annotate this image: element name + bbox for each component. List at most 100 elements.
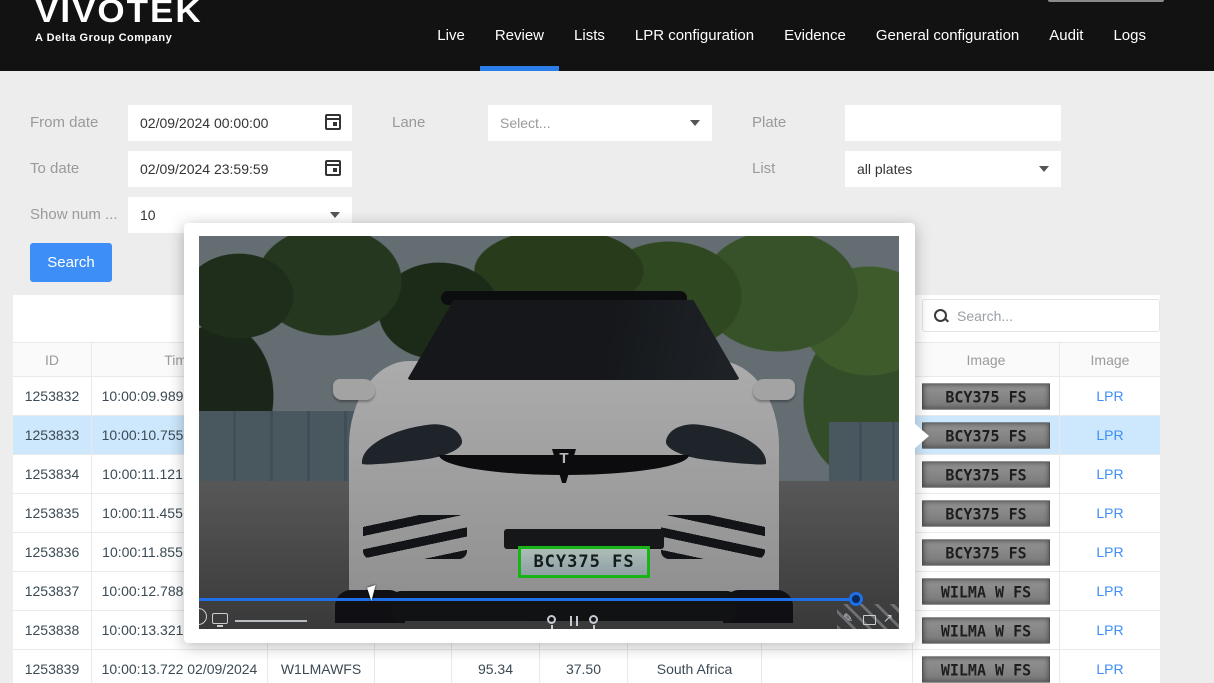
- cell-id: 1253832: [13, 377, 92, 415]
- detection-line[interactable]: [199, 598, 862, 601]
- cell-lpr: LPR: [1060, 533, 1160, 571]
- cell-image: BCY375 FS: [913, 455, 1060, 493]
- cell-id: 1253837: [13, 572, 92, 610]
- cell-extra: [762, 650, 913, 683]
- lpr-link[interactable]: LPR: [1096, 466, 1123, 482]
- cell-id: 1253838: [13, 611, 92, 649]
- from-date-label: From date: [30, 114, 98, 131]
- cell-image: BCY375 FS: [913, 377, 1060, 415]
- cell-id: 1253833: [13, 416, 92, 454]
- cell-id: 1253839: [13, 650, 92, 683]
- cell-image: WILMA W FS: [913, 572, 1060, 610]
- cell-lpr: LPR: [1060, 377, 1160, 415]
- cell-confidence: 37.50: [540, 650, 628, 683]
- lane-select[interactable]: Select...: [488, 105, 712, 141]
- calendar-icon[interactable]: [325, 114, 341, 130]
- plate-label: Plate: [752, 114, 786, 131]
- vehicle-image-popup: T BCY375 FS ✎ ↗: [184, 223, 915, 643]
- plate-thumbnail[interactable]: WILMA W FS: [922, 578, 1050, 604]
- cell-country: South Africa: [628, 650, 762, 683]
- calendar-icon[interactable]: [325, 160, 341, 176]
- plate-thumbnail[interactable]: BCY375 FS: [922, 383, 1050, 409]
- from-date-input[interactable]: [128, 105, 352, 141]
- search-icon: [933, 308, 949, 324]
- vivotek-wordmark: VIVOTEK: [35, 0, 203, 30]
- cell-id: 1253835: [13, 494, 92, 532]
- search-button[interactable]: Search: [30, 243, 112, 282]
- main-nav: Live Review Lists LPR configuration Evid…: [422, 0, 1161, 71]
- cell-lpr: LPR: [1060, 650, 1160, 683]
- resize-icon[interactable]: ↗: [883, 611, 893, 625]
- nav-item-review[interactable]: Review: [480, 0, 559, 71]
- timeline-scrubber[interactable]: [235, 620, 307, 622]
- caret-down-icon: [330, 212, 340, 218]
- plate-input[interactable]: [845, 105, 1061, 141]
- plate-bounding-box: BCY375 FS: [518, 546, 650, 578]
- column-header-image[interactable]: Image: [913, 343, 1060, 376]
- cell-confidence: 95.34: [452, 650, 540, 683]
- brand-tagline: A Delta Group Company: [35, 32, 203, 44]
- popup-callout-arrow: [914, 423, 929, 449]
- cell-extra: [375, 650, 452, 683]
- lpr-review-screen: VIVOTEK A Delta Group Company Live Revie…: [0, 0, 1214, 683]
- plate-thumbnail[interactable]: BCY375 FS: [922, 539, 1050, 565]
- nav-item-lists[interactable]: Lists: [559, 0, 620, 71]
- cell-lpr: LPR: [1060, 494, 1160, 532]
- cell-time: 10:00:13.722 02/09/2024: [92, 650, 268, 683]
- list-select[interactable]: all plates: [845, 151, 1061, 187]
- table-row[interactable]: 1253839 10:00:13.722 02/09/2024 W1LMAWFS…: [13, 650, 1160, 683]
- plate-thumbnail[interactable]: BCY375 FS: [922, 422, 1050, 448]
- nav-item-logs[interactable]: Logs: [1098, 0, 1161, 71]
- show-num-select-value: 10: [140, 207, 156, 223]
- from-date-field[interactable]: [128, 105, 352, 141]
- nav-item-general-configuration[interactable]: General configuration: [861, 0, 1034, 71]
- plate-thumbnail[interactable]: BCY375 FS: [922, 461, 1050, 487]
- plate-thumbnail[interactable]: WILMA W FS: [922, 617, 1050, 643]
- pencil-icon[interactable]: ✎: [843, 611, 853, 625]
- vivotek-logo: VIVOTEK A Delta Group Company: [35, 0, 203, 44]
- table-search-box[interactable]: [922, 299, 1160, 332]
- lpr-link[interactable]: LPR: [1096, 622, 1123, 638]
- vehicle-photo[interactable]: T BCY375 FS ✎ ↗: [199, 236, 899, 629]
- cell-image: WILMA W FS: [913, 650, 1060, 683]
- cell-id: 1253834: [13, 455, 92, 493]
- to-date-label: To date: [30, 160, 79, 177]
- plate-field[interactable]: [845, 105, 1061, 141]
- cell-lpr: LPR: [1060, 611, 1160, 649]
- lpr-link[interactable]: LPR: [1096, 427, 1123, 443]
- plate-thumbnail[interactable]: WILMA W FS: [922, 656, 1050, 682]
- list-select-value: all plates: [857, 161, 912, 177]
- nav-item-lpr-configuration[interactable]: LPR configuration: [620, 0, 769, 71]
- show-num-label: Show num ...: [30, 206, 118, 223]
- frame-icon[interactable]: [863, 615, 876, 625]
- cell-image: BCY375 FS: [913, 494, 1060, 532]
- top-navigation-bar: VIVOTEK A Delta Group Company Live Revie…: [0, 0, 1214, 71]
- lpr-link[interactable]: LPR: [1096, 505, 1123, 521]
- hook-icon[interactable]: [589, 615, 598, 624]
- cell-image: WILMA W FS: [913, 611, 1060, 649]
- to-date-input[interactable]: [128, 151, 352, 187]
- to-date-field[interactable]: [128, 151, 352, 187]
- pause-icon[interactable]: [570, 616, 578, 626]
- cell-image: BCY375 FS: [913, 533, 1060, 571]
- cell-lpr: LPR: [1060, 416, 1160, 454]
- lane-label: Lane: [392, 114, 425, 131]
- lpr-link[interactable]: LPR: [1096, 388, 1123, 404]
- cutoff-element-edge: [1048, 0, 1164, 2]
- nav-item-evidence[interactable]: Evidence: [769, 0, 861, 71]
- nav-item-audit[interactable]: Audit: [1034, 0, 1098, 71]
- column-header-image[interactable]: Image: [1060, 343, 1160, 376]
- hook-icon[interactable]: [547, 615, 556, 624]
- lpr-link[interactable]: LPR: [1096, 661, 1123, 677]
- lpr-link[interactable]: LPR: [1096, 583, 1123, 599]
- cell-lpr: LPR: [1060, 572, 1160, 610]
- lpr-link[interactable]: LPR: [1096, 544, 1123, 560]
- monitor-icon[interactable]: [212, 613, 228, 624]
- nav-item-live[interactable]: Live: [422, 0, 480, 71]
- caret-down-icon: [690, 120, 700, 126]
- cell-id: 1253836: [13, 533, 92, 571]
- column-header-id[interactable]: ID: [13, 343, 92, 376]
- plate-thumbnail[interactable]: BCY375 FS: [922, 500, 1050, 526]
- table-search-input[interactable]: [957, 308, 1147, 324]
- detection-line-endpoint-icon[interactable]: [849, 592, 863, 606]
